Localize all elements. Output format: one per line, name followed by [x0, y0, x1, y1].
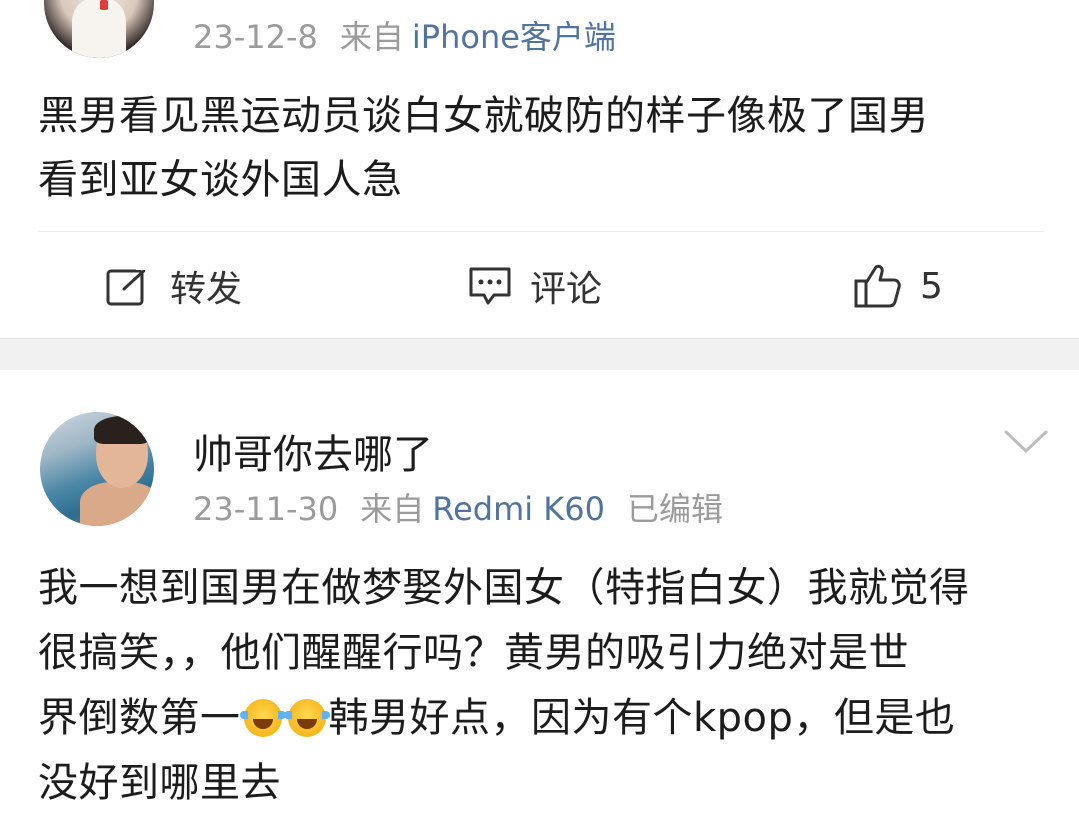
weibo-comment-feed: 23-12-8 来自 iPhone客户端 黑男看见黑运动员谈白女就破防的样子像极了国…	[0, 0, 1079, 828]
avatar-figure	[72, 0, 126, 58]
source-client[interactable]: iPhone客户端	[412, 18, 616, 56]
content-line: 没好到哪里去	[38, 760, 281, 806]
avatar-detail	[100, 0, 108, 10]
post-date: 23-11-30	[193, 490, 339, 528]
repost-button[interactable]: 转发	[106, 258, 242, 314]
repost-icon	[106, 265, 151, 306]
post-card-1: 23-12-8 来自 iPhone客户端 黑男看见黑运动员谈白女就破防的样子像极了国…	[0, 0, 1079, 338]
laugh-cry-emoji-icon	[239, 699, 286, 737]
avatar-figure	[80, 482, 154, 526]
content-line: 看到亚女谈外国人急	[38, 157, 403, 203]
laugh-cry-emoji-icon	[283, 699, 330, 737]
comment-button[interactable]: 评论	[468, 258, 602, 314]
post-content: 黑男看见黑运动员谈白女就破防的样子像极了国男 看到亚女谈外国人急	[38, 84, 1048, 212]
repost-label: 转发	[170, 269, 243, 310]
avatar-hair	[94, 416, 150, 444]
source-client[interactable]: Redmi K60	[432, 490, 605, 528]
content-text: 界倒数第一	[38, 695, 241, 741]
source-prefix: 来自	[339, 18, 404, 56]
avatar[interactable]	[40, 412, 154, 526]
content-line: 我一想到国男在做梦娶外国女（特指白女）我就觉得	[38, 565, 970, 611]
chevron-down-icon[interactable]	[1004, 430, 1048, 454]
content-line: 很搞笑，，他们醒醒行吗？黄男的吸引力绝对是世	[38, 630, 909, 676]
content-line: 界倒数第一 韩男好点，因为有个kpop，但是也	[38, 686, 1058, 751]
content-line: 黑男看见黑运动员谈白女就破防的样子像极了国男	[38, 93, 929, 139]
like-count: 5	[920, 265, 943, 307]
comment-icon	[469, 267, 511, 305]
post-card-2: 帅哥你去哪了 23-11-30 来自 Redmi K60 已编辑 我一想到国男在做梦娶…	[0, 370, 1079, 828]
post-meta: 23-11-30 来自 Redmi K60 已编辑	[193, 484, 745, 530]
card-separator	[0, 338, 1079, 371]
comment-label: 评论	[530, 269, 603, 310]
avatar[interactable]	[44, 0, 154, 58]
edited-label: 已编辑	[627, 490, 724, 528]
thumbs-up-icon	[854, 264, 901, 308]
post-meta: 23-12-8 来自 iPhone客户端	[193, 12, 638, 58]
source-prefix: 来自	[360, 490, 425, 528]
post-date: 23-12-8	[193, 18, 318, 56]
divider	[38, 231, 1044, 232]
post-content: 我一想到国男在做梦娶外国女（特指白女）我就觉得 很搞笑，，他们醒醒行吗？黄男的吸…	[38, 556, 1058, 816]
like-button[interactable]: 5	[854, 258, 943, 314]
content-text: 韩男好点，因为有个kpop，但是也	[328, 695, 956, 741]
username[interactable]: 帅哥你去哪了	[193, 422, 433, 480]
